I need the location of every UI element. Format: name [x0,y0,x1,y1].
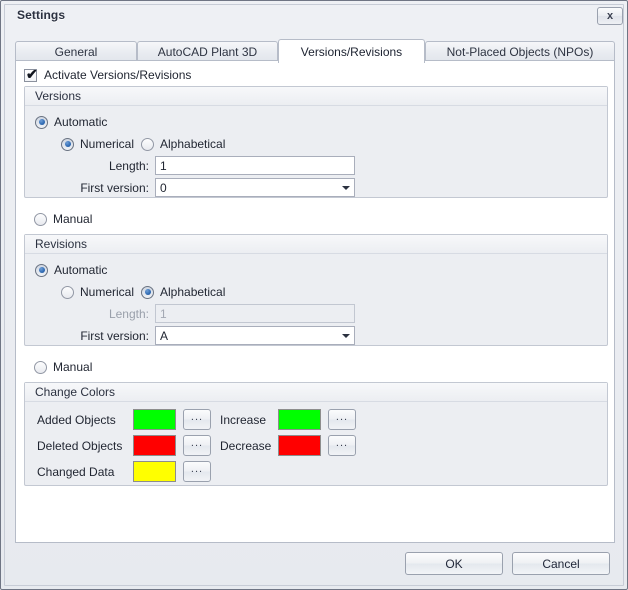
checkmark-icon: ✔ [26,65,38,82]
change-colors-group: Change Colors Added Objects ... Deleted … [24,382,608,486]
radio-icon [61,285,74,299]
activate-label: Activate Versions/Revisions [44,68,192,82]
versions-manual-radio[interactable]: Manual [34,212,92,226]
added-objects-label: Added Objects [37,413,116,427]
versions-manual-label: Manual [53,212,93,226]
versions-length-label: Length: [108,159,149,173]
tab-versions-revisions[interactable]: Versions/Revisions [278,39,425,63]
radio-icon [61,137,74,151]
decrease-label: Decrease [220,439,272,453]
activate-versions-revisions-checkbox[interactable]: ✔ Activate Versions/Revisions [24,65,192,82]
revisions-numerical-label: Numerical [80,285,135,299]
revisions-alphabetical-label: Alphabetical [160,285,226,299]
revisions-manual-label: Manual [53,360,93,374]
versions-group-header: Versions [25,87,607,106]
revisions-manual-radio[interactable]: Manual [34,360,92,374]
radio-icon [141,137,154,151]
versions-length-input[interactable]: 1 [155,156,355,175]
deleted-objects-label: Deleted Objects [37,439,123,453]
checkbox-icon: ✔ [24,65,38,82]
changed-data-browse-button[interactable]: ... [183,461,211,482]
revisions-first-version-label: First version: [80,329,149,343]
chevron-down-icon [338,179,354,196]
versions-first-version-value: 0 [160,180,167,195]
revisions-automatic-label: Automatic [54,263,108,277]
changed-data-swatch[interactable] [133,461,176,482]
radio-icon [35,115,48,129]
cancel-button[interactable]: Cancel [512,552,610,575]
increase-swatch[interactable] [278,409,321,430]
revisions-group-header: Revisions [25,235,607,254]
versions-group: Versions Automatic Numerical Alphabetica… [24,86,608,198]
versions-numerical-radio[interactable]: Numerical [61,137,134,151]
revisions-first-version-dropdown[interactable]: A [155,326,355,345]
decrease-swatch[interactable] [278,435,321,456]
deleted-objects-browse-button[interactable]: ... [183,435,211,456]
tab-not-placed-objects[interactable]: Not-Placed Objects (NPOs) [425,41,615,61]
versions-alphabetical-label: Alphabetical [160,137,226,151]
revisions-numerical-radio[interactable]: Numerical [61,285,134,299]
versions-first-version-label: First version: [80,181,149,195]
revisions-group-title: Revisions [35,237,88,251]
versions-automatic-label: Automatic [54,115,108,129]
close-icon[interactable]: x [597,7,623,25]
window-title: Settings [17,8,66,22]
tab-autocad-plant-3d[interactable]: AutoCAD Plant 3D [137,41,278,61]
radio-icon [141,285,154,299]
versions-automatic-radio[interactable]: Automatic [35,115,107,129]
change-colors-group-header: Change Colors [25,383,607,402]
titlebar: Settings x [5,5,623,27]
settings-dialog-window: Settings x General AutoCAD Plant 3D Vers… [0,0,628,590]
revisions-group: Revisions Automatic Numerical Alphabetic… [24,234,608,346]
versions-numerical-label: Numerical [80,137,135,151]
change-colors-group-title: Change Colors [35,385,116,399]
revisions-automatic-radio[interactable]: Automatic [35,263,107,277]
tabstrip: General AutoCAD Plant 3D Versions/Revisi… [15,39,615,63]
radio-icon [35,263,48,277]
revisions-length-input: 1 [155,304,355,323]
tab-general[interactable]: General [15,41,137,61]
versions-alphabetical-radio[interactable]: Alphabetical [141,137,225,151]
increase-browse-button[interactable]: ... [328,409,356,430]
added-objects-swatch[interactable] [133,409,176,430]
versions-group-title: Versions [35,89,82,103]
changed-data-label: Changed Data [37,465,115,479]
chevron-down-icon [338,327,354,344]
revisions-length-label: Length: [108,307,149,321]
deleted-objects-swatch[interactable] [133,435,176,456]
radio-icon [34,360,47,374]
radio-icon [34,212,47,226]
versions-first-version-dropdown[interactable]: 0 [155,178,355,197]
revisions-alphabetical-radio[interactable]: Alphabetical [141,285,225,299]
added-objects-browse-button[interactable]: ... [183,409,211,430]
ok-button[interactable]: OK [405,552,503,575]
tab-page-versions-revisions: ✔ Activate Versions/Revisions Versions A… [15,60,615,543]
revisions-first-version-value: A [160,328,169,343]
increase-label: Increase [220,413,267,427]
decrease-browse-button[interactable]: ... [328,435,356,456]
